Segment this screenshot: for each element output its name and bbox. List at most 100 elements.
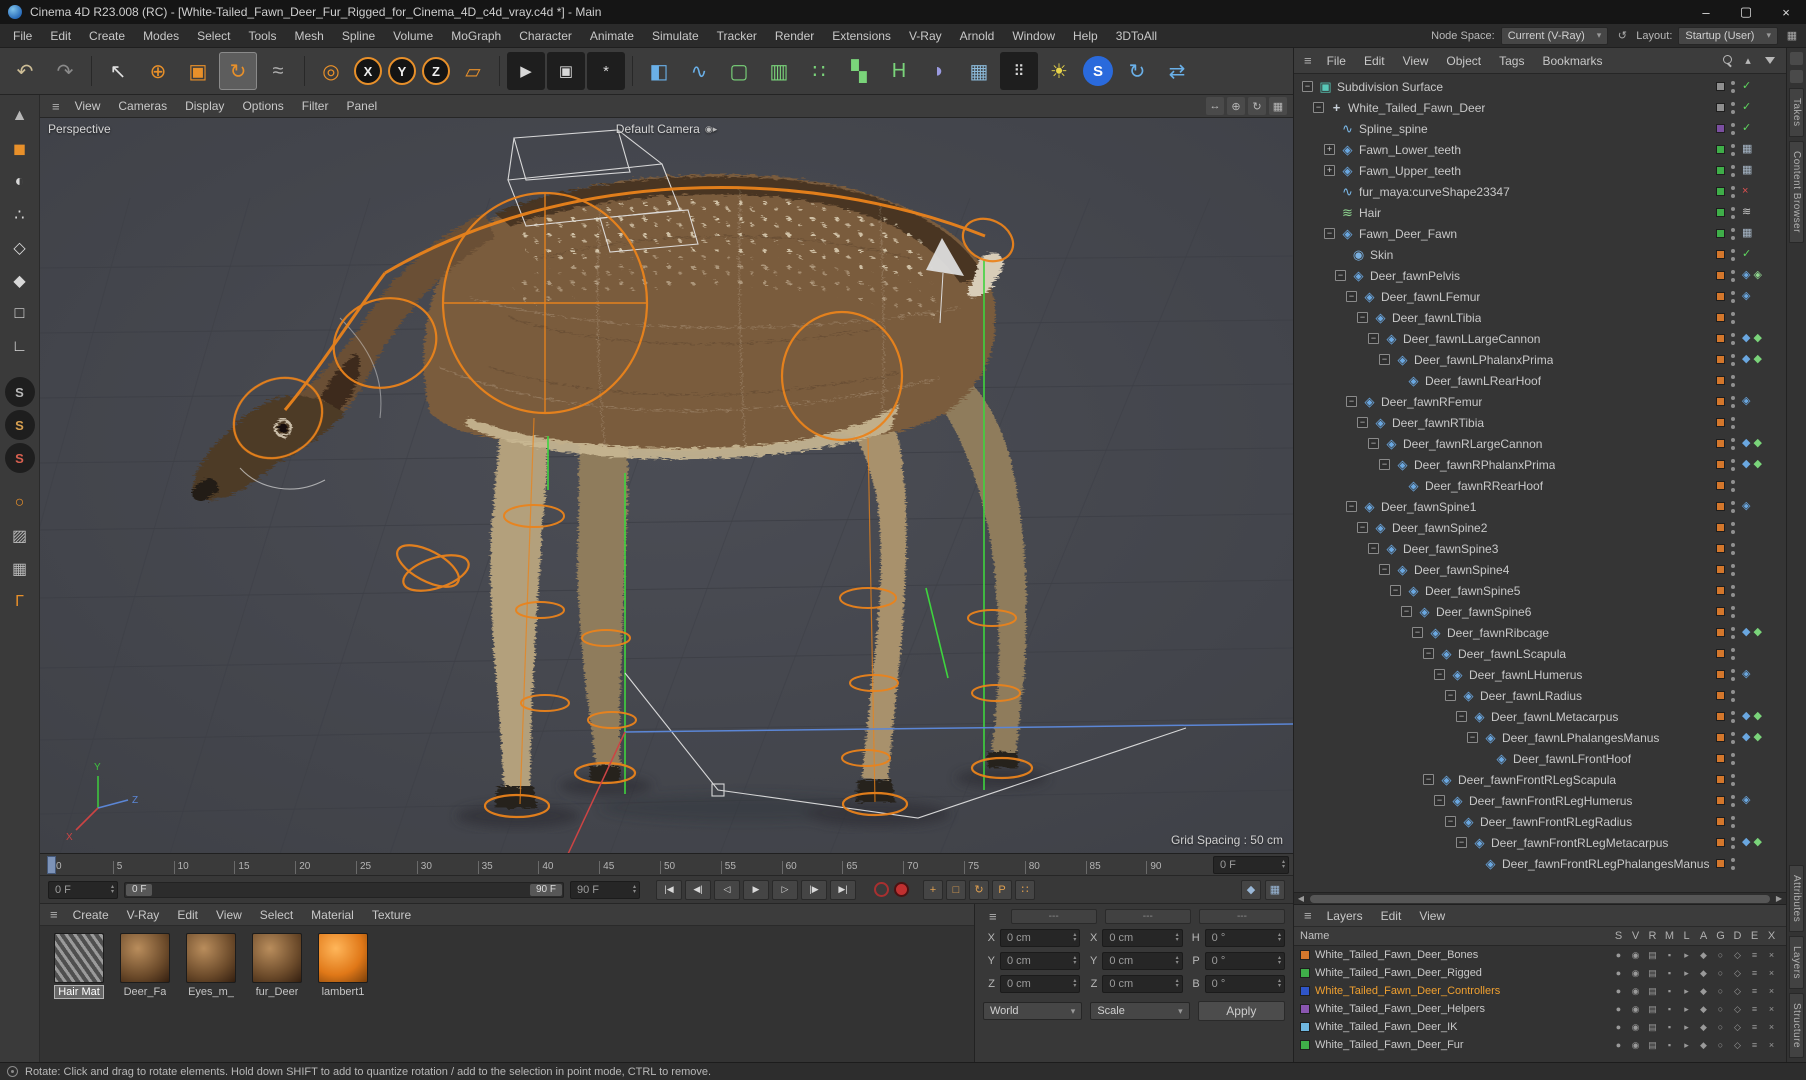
workplane-mode-button[interactable]: ∟ [5,332,35,362]
object-name[interactable]: Deer_fawnLRadius [1480,689,1582,703]
object-name[interactable]: White_Tailed_Fawn_Deer [1348,101,1485,115]
menu-panel[interactable]: Panel [337,99,386,113]
menu-tags[interactable]: Tags [1490,54,1533,68]
viewport-3d[interactable]: Y Z X Perspective Default Camera ◉▸ Grid … [40,118,1293,854]
object-name[interactable]: Spline_spine [1359,122,1428,136]
key-parameter-toggle[interactable]: P [992,879,1012,900]
key-rotation-toggle[interactable]: ↻ [969,879,989,900]
layer-color-chip[interactable] [1716,82,1725,91]
viewport-solo-off-button[interactable]: S [4,377,35,407]
joint2-tag-icon[interactable]: ◈ [1753,270,1761,281]
tree-item-deer-fawnfrontrlegphalangesmanus[interactable]: −◈Deer_fawnFrontRLegPhalangesManus [1294,853,1786,874]
menu-create[interactable]: Create [64,908,118,922]
goto-end-button[interactable]: ▶| [830,879,856,900]
layer-color-chip[interactable] [1716,355,1725,364]
menu-view[interactable]: View [1410,909,1454,923]
visible-icon[interactable]: ◉ [1627,950,1644,961]
deformers-icon[interactable]: ◇ [1729,950,1746,961]
animation-icon[interactable]: ◆ [1695,968,1712,979]
panel-menu-icon[interactable]: ≡ [44,907,64,922]
layer-color-chip[interactable] [1716,145,1725,154]
menu-select[interactable]: Select [251,908,302,922]
xref-icon[interactable]: × [1763,968,1780,979]
panel-dock-icon[interactable] [1790,70,1803,83]
visibility-dots-icon[interactable] [1730,374,1736,388]
expand-toggle[interactable]: − [1357,417,1368,428]
solo-icon[interactable]: ● [1610,968,1627,979]
lock-icon[interactable]: ▸ [1678,1040,1695,1051]
cloner-button[interactable]: ∷ [800,52,838,90]
xref-icon[interactable]: × [1763,950,1780,961]
coordinate-column-header[interactable]: --- [1010,908,1097,924]
world-select[interactable]: World ▾ [983,1002,1083,1020]
panel-menu-icon[interactable]: ≡ [1298,53,1318,68]
layer-color-chip[interactable] [1716,859,1725,868]
expand-toggle[interactable]: − [1467,732,1478,743]
tree-item-spline-spine[interactable]: −∿Spline_spine✓ [1294,118,1786,139]
lock-icon[interactable]: ▸ [1678,1004,1695,1015]
next-key-button[interactable]: |▶ [801,879,827,900]
rotate-view-icon[interactable]: ↻ [1248,97,1266,115]
tree-item-fawn-lower-teeth[interactable]: + ◈ Fawn_Lower_teeth ▦ [1294,139,1786,160]
material-hair-mat[interactable]: Hair Mat [50,933,108,999]
material-eyes-m[interactable]: Eyes_m_ [182,933,240,998]
side-tab-content-browser[interactable]: Content Browser [1789,140,1804,243]
enable-axis-button[interactable]: ○ [5,488,35,518]
manager-icon[interactable]: ▪ [1661,1040,1678,1051]
tree-item-deer-fawnspine4[interactable]: − ◈ Deer_fawnSpine4 [1294,559,1786,580]
object-name[interactable]: Deer_fawnLFrontHoof [1513,752,1631,766]
visibility-dots-icon[interactable] [1730,668,1736,682]
menu-object[interactable]: Object [1437,54,1490,68]
layer-color-chip[interactable] [1716,418,1725,427]
visibility-dots-icon[interactable] [1730,731,1736,745]
object-name[interactable]: Deer_fawnLFemur [1381,290,1480,304]
expand-toggle[interactable]: − [1346,396,1357,407]
animation-icon[interactable]: ◆ [1695,1040,1712,1051]
scroll-left-icon[interactable]: ◀ [1294,894,1308,903]
dots-button[interactable]: ⠿ [1000,52,1038,90]
visibility-dots-icon[interactable] [1730,479,1736,493]
menu-texture[interactable]: Texture [363,908,420,922]
layer-color-chip[interactable] [1716,586,1725,595]
expand-toggle[interactable]: − [1379,354,1390,365]
layer-name[interactable]: White_Tailed_Fawn_Deer_Bones [1315,949,1610,961]
layout-grid-icon[interactable]: ▦ [1784,28,1800,44]
expand-toggle[interactable]: − [1390,585,1401,596]
tree-item-deer-fawnlhumerus[interactable]: − ◈ Deer_fawnLHumerus ◈ [1294,664,1786,685]
expand-toggle[interactable]: − [1434,669,1445,680]
snap-button[interactable]: ▦ [5,554,35,584]
visibility-dots-icon[interactable] [1730,122,1736,136]
lock-icon[interactable]: ▸ [1678,950,1695,961]
material-thumbnail[interactable] [186,933,236,983]
check-tag-icon[interactable]: ✓ [1742,81,1751,92]
modeling-settings-button[interactable]: Γ [5,587,35,617]
ikb-tag-icon[interactable]: ◆ [1753,837,1761,848]
side-tab-structure[interactable]: Structure [1789,992,1804,1058]
expressions-icon[interactable]: ≡ [1746,1004,1763,1015]
object-name[interactable]: Subdivision Surface [1337,80,1443,94]
object-name[interactable]: Deer_fawnFrontRLegMetacarpus [1491,836,1668,850]
keyframe-selection-icon[interactable]: ◆ [1241,879,1261,900]
expand-toggle[interactable]: − [1445,816,1456,827]
expand-toggle[interactable]: − [1357,312,1368,323]
check-tag-icon[interactable]: ✓ [1742,123,1751,134]
layer-color-chip[interactable] [1716,397,1725,406]
object-name[interactable]: Deer_fawnSpine3 [1403,542,1498,556]
spinner-icon[interactable]: ▴ ▾ [1073,978,1076,989]
layout-select[interactable]: Startup (User) ▾ [1678,26,1778,45]
visibility-dots-icon[interactable] [1730,248,1736,262]
expand-toggle[interactable]: − [1313,102,1324,113]
material-fur-deer[interactable]: fur_Deer [248,933,306,998]
vray-render-button[interactable]: ↻ [1118,52,1156,90]
apply-button[interactable]: Apply [1197,1001,1285,1021]
tree-item-deer-fawnspine2[interactable]: − ◈ Deer_fawnSpine2 [1294,517,1786,538]
side-tab-takes[interactable]: Takes [1789,88,1804,137]
object-name[interactable]: Fawn_Deer_Fawn [1359,227,1457,241]
tree-item-deer-fawnribcage[interactable]: − ◈ Deer_fawnRibcage ◆ ◆ [1294,622,1786,643]
spinner-icon[interactable]: ▴ ▾ [1278,978,1281,989]
expand-toggle[interactable]: − [1368,543,1379,554]
panel-menu-icon[interactable]: ≡ [1298,908,1318,923]
visibility-dots-icon[interactable] [1730,290,1736,304]
layer-color-chip[interactable] [1716,670,1725,679]
prev-key-button[interactable]: ◀| [685,879,711,900]
